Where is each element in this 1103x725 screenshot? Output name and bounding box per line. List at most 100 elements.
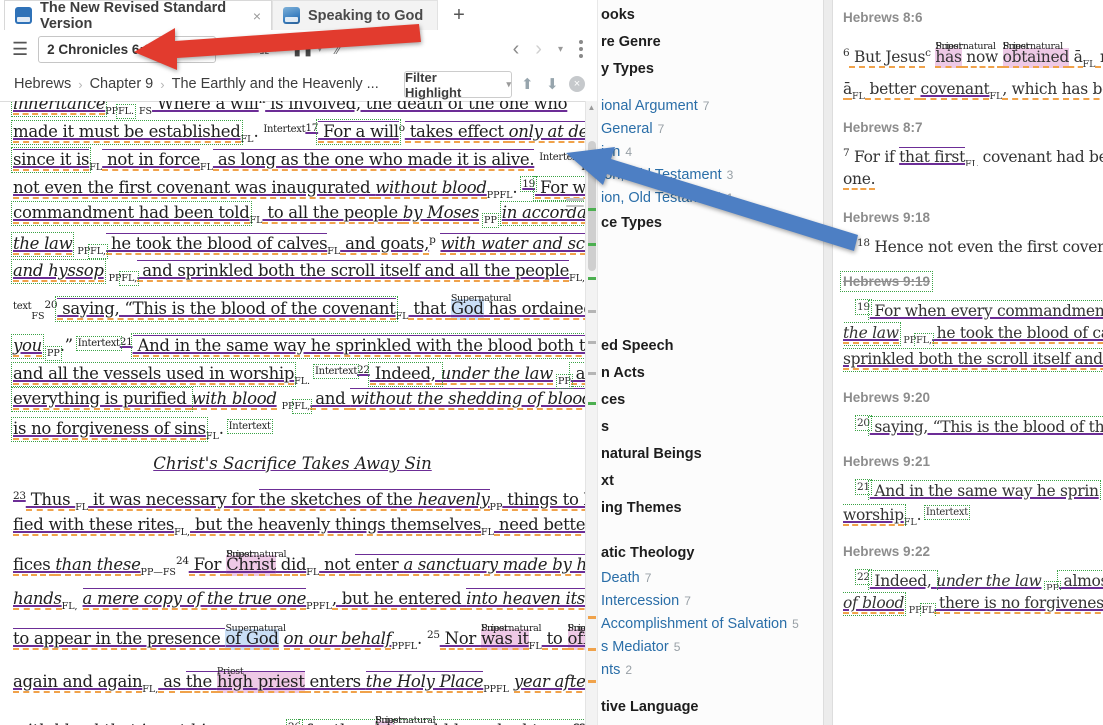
facet-header[interactable]: ce Types: [598, 210, 823, 237]
text-line: 19 For when every commandmen: [855, 299, 1103, 320]
result-reference[interactable]: Hebrews 9:19: [839, 270, 1103, 294]
tab-nrsv[interactable]: The New Revised Standard Version ×: [4, 0, 272, 32]
facet-header[interactable]: y Types: [598, 56, 823, 83]
facet-header[interactable]: rse: [598, 721, 823, 725]
text-line: 21 And in the same way he sprin: [855, 479, 1101, 500]
facet-count: 3: [726, 168, 734, 182]
result-reference[interactable]: Hebrews 9:22: [843, 540, 1103, 564]
facet-header[interactable]: ing Themes: [598, 495, 823, 522]
facet-header[interactable]: s: [598, 414, 823, 441]
bible-text-area[interactable]: inheritancePPFL. FS Where a willn is inv…: [0, 101, 585, 725]
result-reference[interactable]: Hebrews 8:6: [843, 6, 1103, 30]
facet-header[interactable]: xt: [598, 468, 823, 495]
facet-count: 7: [684, 594, 691, 608]
text-line: āFL better covenantFL, which has been: [843, 76, 1103, 102]
scrollbar[interactable]: ▲: [585, 101, 597, 725]
text-line: 7 For if that firstFL covenant had been: [843, 140, 1103, 166]
breadcrumb-bar: Hebrews › Chapter 9 › The Earthly and th…: [0, 67, 585, 102]
facet-link[interactable]: Intercession 7: [598, 590, 823, 613]
facet-count: 7: [644, 571, 652, 585]
reference-input[interactable]: 2 Chronicles 6:26: [38, 35, 217, 63]
morphology-icon[interactable]: Ω: [259, 42, 269, 57]
breadcrumb-section[interactable]: The Earthly and the Heavenly ...: [172, 76, 379, 92]
text-line: 18 Hence not even the first covenant: [843, 230, 1103, 256]
text-line: the law PPFL, he took the blood of calv: [843, 320, 1103, 346]
scroll-mark: [588, 243, 596, 246]
text-line: one.: [843, 170, 876, 190]
close-icon[interactable]: ×: [569, 76, 585, 92]
tab-close-icon[interactable]: ×: [253, 8, 261, 24]
result-block: Hebrews 9:18 18 Hence not even the first …: [843, 206, 1103, 256]
scroll-mark: [588, 341, 596, 344]
result-reference[interactable]: Hebrews 9:21: [843, 450, 1103, 474]
tab-speaking-to-god-label: Speaking to God: [308, 7, 424, 24]
result-reference[interactable]: Hebrews 8:7: [843, 116, 1103, 140]
text-line: of blood PPFL there is no forgiveness of: [843, 590, 1103, 616]
result-reference[interactable]: Hebrews 9:18: [843, 206, 1103, 230]
breadcrumb-chapter[interactable]: Chapter 9: [90, 76, 154, 92]
panel-divider[interactable]: [823, 0, 833, 725]
text-line: textFS20 saying, “This is the blood of t…: [0, 283, 585, 329]
scroll-mark: [588, 680, 596, 683]
nrsv-resource-icon: [15, 7, 32, 24]
back-icon[interactable]: ‹: [513, 38, 520, 61]
multi-view-icon[interactable]: ●●: [230, 43, 245, 55]
facet-header[interactable]: tive Language: [598, 694, 823, 721]
new-tab-button[interactable]: +: [446, 2, 472, 28]
text-line: fied with these ritesFL, but the heavenl…: [0, 511, 585, 539]
previous-result-icon[interactable]: ⬆: [521, 75, 534, 93]
scroll-up-icon[interactable]: ▲: [586, 101, 597, 115]
result-reference[interactable]: Hebrews 9:20: [843, 386, 1103, 410]
filter-highlight-button[interactable]: Filter Highlight ▾: [404, 70, 512, 100]
facet-link[interactable]: ion, Old Testament 3: [598, 164, 823, 187]
facet-header[interactable]: ces: [598, 387, 823, 414]
facet-header[interactable]: atic Theology: [598, 540, 823, 567]
facet-link[interactable]: ion, Old Testament 1: [598, 187, 823, 210]
facet-header[interactable]: n Acts: [598, 360, 823, 387]
facet-link[interactable]: ional Argument 7: [598, 95, 823, 118]
chevron-down-icon[interactable]: ▾: [273, 44, 278, 55]
result-block: Hebrews 9:19 19 For when every commandmen…: [839, 270, 1103, 372]
result-block: Hebrews 9:21 21 And in the same way he sp…: [843, 450, 1103, 526]
facet-link[interactable]: ion 4: [598, 141, 823, 164]
text-line: you PP.” Intertext21 And in the same way…: [0, 329, 585, 361]
text-line: not even the first covenant was inaugura…: [0, 171, 585, 201]
text-line: inheritancePPFL. FS Where a willn is inv…: [0, 101, 585, 119]
facet-count: 5: [673, 640, 681, 654]
panel-menu-icon[interactable]: [579, 40, 583, 58]
text-line: to appear in the presence Supernaturalof…: [0, 613, 585, 659]
resource-toolbar: ☰ 2 Chronicles 6:26 ●● Ω ▾ ❚❚ ▾ ⁄⁄ ‹ › ▾: [0, 31, 597, 67]
scroll-mark: [588, 277, 596, 280]
next-result-icon[interactable]: ⬇: [546, 75, 559, 93]
facet-header[interactable]: ooks: [598, 2, 823, 29]
menu-icon[interactable]: ☰: [12, 40, 28, 58]
facet-link[interactable]: nts 2: [598, 659, 823, 682]
facet-link[interactable]: Death 7: [598, 567, 823, 590]
facet-count: 4: [625, 145, 633, 159]
text-line: with blood that is not his ownPPFL; 26 f…: [0, 705, 585, 725]
tab-speaking-to-god[interactable]: Speaking to God: [272, 0, 438, 30]
facet-header[interactable]: re Genre: [598, 29, 823, 56]
text-line: the law PPFL, he took the blood of calve…: [0, 227, 585, 259]
text-line: since it isFL not in forceFL as long as …: [0, 143, 585, 173]
chevron-down-icon[interactable]: ▾: [558, 44, 563, 55]
text-line: 6 But Jesusc SupernaturalPriesthas now S…: [843, 30, 1103, 76]
tab-nrsv-label: The New Revised Standard Version: [40, 0, 227, 32]
facet-link[interactable]: General 7: [598, 118, 823, 141]
text-line: made it must be establishedFL. Intertext…: [0, 115, 585, 145]
scrollbar-thumb[interactable]: [588, 141, 596, 271]
facet-link[interactable]: s Mediator 5: [598, 636, 823, 659]
breadcrumb-book[interactable]: Hebrews: [0, 76, 71, 92]
facet-link[interactable]: Accomplishment of Salvation 5: [598, 613, 823, 636]
columns-icon[interactable]: ⁄⁄: [336, 42, 340, 57]
parallel-resources-icon[interactable]: ❚❚: [292, 41, 314, 57]
forward-icon[interactable]: ›: [535, 38, 542, 61]
text-line: and all the vessels used in worshipFL. I…: [0, 357, 585, 389]
tab-bar: The New Revised Standard Version × Speak…: [0, 0, 597, 32]
bible-panel: The New Revised Standard Version × Speak…: [0, 0, 597, 725]
chevron-down-icon[interactable]: ▾: [317, 44, 322, 55]
facet-header[interactable]: natural Beings: [598, 441, 823, 468]
result-block: Hebrews 8:7 7 For if that firstFL covenan…: [843, 116, 1103, 192]
splitter-grip[interactable]: [566, 198, 584, 211]
facet-header[interactable]: ed Speech: [598, 333, 823, 360]
